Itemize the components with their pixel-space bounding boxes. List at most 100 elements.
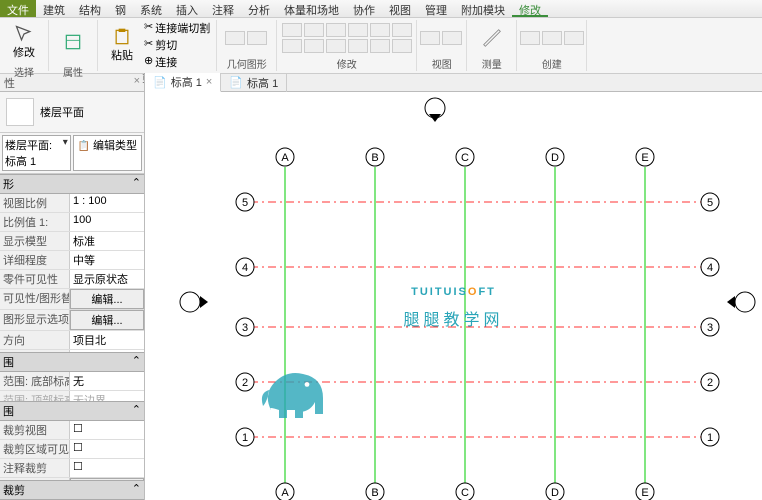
mod-tool-5[interactable] bbox=[370, 23, 390, 37]
prop-value[interactable]: 无 bbox=[70, 372, 144, 390]
mod-tool-4[interactable] bbox=[348, 23, 368, 37]
prop-value[interactable]: 无边界 bbox=[70, 391, 144, 401]
join-button[interactable]: ⊕连接 bbox=[144, 54, 210, 70]
mod-tool-8[interactable] bbox=[304, 39, 324, 53]
properties-button[interactable] bbox=[55, 20, 91, 64]
menu-manage[interactable]: 管理 bbox=[418, 0, 454, 17]
prop-row[interactable]: 可见性/图形替换编辑... bbox=[0, 289, 144, 310]
menu-addins[interactable]: 附加模块 bbox=[454, 0, 512, 17]
geom-tool-2[interactable] bbox=[247, 31, 267, 45]
mod-tool-12[interactable] bbox=[392, 39, 412, 53]
ribbon-group-create: 创建 bbox=[517, 20, 587, 71]
prop-value[interactable]: 显示原状态 bbox=[70, 270, 144, 288]
instance-selector[interactable]: 楼层平面: 标高 1▾ bbox=[2, 135, 71, 171]
prop-row[interactable]: 方向项目北 bbox=[0, 331, 144, 350]
prop-row[interactable]: 注释裁剪 bbox=[0, 459, 144, 478]
ribbon-group-modify: 修改 bbox=[277, 20, 417, 71]
close-tab-1-icon[interactable]: × bbox=[206, 76, 212, 88]
prop-row[interactable]: 裁剪视图 bbox=[0, 421, 144, 440]
prop-key: 视图比例 bbox=[0, 194, 70, 212]
properties-tab: 性× bbox=[0, 74, 145, 92]
prop-value[interactable]: 项目北 bbox=[70, 331, 144, 349]
mod-tool-9[interactable] bbox=[326, 39, 346, 53]
cut-button[interactable]: ✂剪切 bbox=[144, 37, 210, 53]
mod-tool-2[interactable] bbox=[304, 23, 324, 37]
elevation-marker-left[interactable] bbox=[180, 292, 208, 312]
prop-row[interactable]: 视图比例1 : 100 bbox=[0, 194, 144, 213]
document-tab-1[interactable]: 📄标高 1× bbox=[145, 73, 221, 92]
section-marker-top[interactable] bbox=[425, 98, 445, 122]
svg-text:C: C bbox=[461, 152, 469, 164]
mod-tool-3[interactable] bbox=[326, 23, 346, 37]
mod-tool-11[interactable] bbox=[370, 39, 390, 53]
menu-massing[interactable]: 体量和场地 bbox=[277, 0, 346, 17]
menu-arch[interactable]: 建筑 bbox=[36, 0, 72, 17]
menu-analyze[interactable]: 分析 bbox=[241, 0, 277, 17]
geom-tool-1[interactable] bbox=[225, 31, 245, 45]
modify-button[interactable]: 修改 bbox=[6, 20, 42, 64]
prop-row[interactable]: 裁剪区域可见 bbox=[0, 440, 144, 459]
create-tool-1[interactable] bbox=[520, 31, 540, 45]
category-extents-2[interactable]: 围⌃ bbox=[0, 401, 144, 421]
prop-row[interactable]: 比例值 1:100 bbox=[0, 213, 144, 232]
view-tool-2[interactable] bbox=[442, 31, 462, 45]
prop-key: 零件可见性 bbox=[0, 270, 70, 288]
prop-row[interactable]: 范围: 顶部标高无边界 bbox=[0, 391, 144, 401]
prop-row[interactable]: 零件可见性显示原状态 bbox=[0, 270, 144, 289]
cope-button[interactable]: ✂连接端切割 bbox=[144, 20, 210, 36]
svg-text:B: B bbox=[371, 487, 378, 499]
svg-text:4: 4 bbox=[242, 262, 248, 274]
elevation-marker-right[interactable] bbox=[727, 292, 755, 312]
document-tab-2[interactable]: 📄标高 1 bbox=[221, 74, 287, 92]
group-label-view: 视图 bbox=[432, 56, 452, 71]
prop-value[interactable] bbox=[70, 440, 144, 458]
menu-collab[interactable]: 协作 bbox=[346, 0, 382, 17]
svg-text:4: 4 bbox=[707, 262, 713, 274]
measure-button[interactable] bbox=[476, 22, 508, 54]
prop-key: 方向 bbox=[0, 331, 70, 349]
close-properties-icon[interactable]: × bbox=[134, 75, 140, 91]
menu-file[interactable]: 文件 bbox=[0, 0, 36, 17]
prop-key: 范围: 顶部标高 bbox=[0, 391, 70, 401]
menu-annotate[interactable]: 注释 bbox=[205, 0, 241, 17]
view-tool-1[interactable] bbox=[420, 31, 440, 45]
menu-insert[interactable]: 插入 bbox=[169, 0, 205, 17]
menu-view[interactable]: 视图 bbox=[382, 0, 418, 17]
create-tool-2[interactable] bbox=[542, 31, 562, 45]
svg-text:5: 5 bbox=[242, 197, 248, 209]
paste-button[interactable]: 粘贴 bbox=[104, 23, 140, 67]
category-identity[interactable]: 裁剪⌃ bbox=[0, 480, 144, 500]
create-tool-3[interactable] bbox=[564, 31, 584, 45]
prop-row[interactable]: 显示模型标准 bbox=[0, 232, 144, 251]
prop-value[interactable]: 1 : 100 bbox=[70, 194, 144, 212]
prop-key: 详细程度 bbox=[0, 251, 70, 269]
prop-value[interactable]: 中等 bbox=[70, 251, 144, 269]
menu-struct[interactable]: 结构 bbox=[72, 0, 108, 17]
menu-system[interactable]: 系统 bbox=[133, 0, 169, 17]
group-label-measure: 测量 bbox=[482, 56, 502, 71]
mod-tool-6[interactable] bbox=[392, 23, 412, 37]
prop-row[interactable]: 详细程度中等 bbox=[0, 251, 144, 270]
edit-type-button[interactable]: 📋 编辑类型 bbox=[73, 135, 142, 171]
svg-text:3: 3 bbox=[707, 322, 713, 334]
prop-row[interactable]: 图形显示选项编辑... bbox=[0, 310, 144, 331]
prop-value[interactable] bbox=[70, 459, 144, 477]
prop-edit-button[interactable]: 编辑... bbox=[70, 289, 144, 309]
mod-tool-10[interactable] bbox=[348, 39, 368, 53]
prop-value[interactable]: 100 bbox=[70, 213, 144, 231]
drawing-canvas[interactable]: A A B B C C D D E E 5 5 4 4 3 3 2 2 1 1 … bbox=[145, 92, 762, 500]
svg-text:5: 5 bbox=[707, 197, 713, 209]
prop-value[interactable] bbox=[70, 421, 144, 439]
mod-tool-7[interactable] bbox=[282, 39, 302, 53]
paste-label: 粘贴 bbox=[111, 47, 133, 63]
menu-modify[interactable]: 修改 bbox=[512, 0, 548, 17]
prop-row[interactable]: 范围: 底部标高无 bbox=[0, 372, 144, 391]
category-graphics[interactable]: 形⌃ bbox=[0, 174, 144, 194]
prop-edit-button[interactable]: 编辑... bbox=[70, 310, 144, 330]
menu-steel[interactable]: 钢 bbox=[108, 0, 133, 17]
prop-value[interactable]: 标准 bbox=[70, 232, 144, 250]
svg-text:1: 1 bbox=[242, 432, 248, 444]
svg-text:D: D bbox=[551, 152, 559, 164]
category-extents-1[interactable]: 围⌃ bbox=[0, 352, 144, 372]
mod-tool-1[interactable] bbox=[282, 23, 302, 37]
